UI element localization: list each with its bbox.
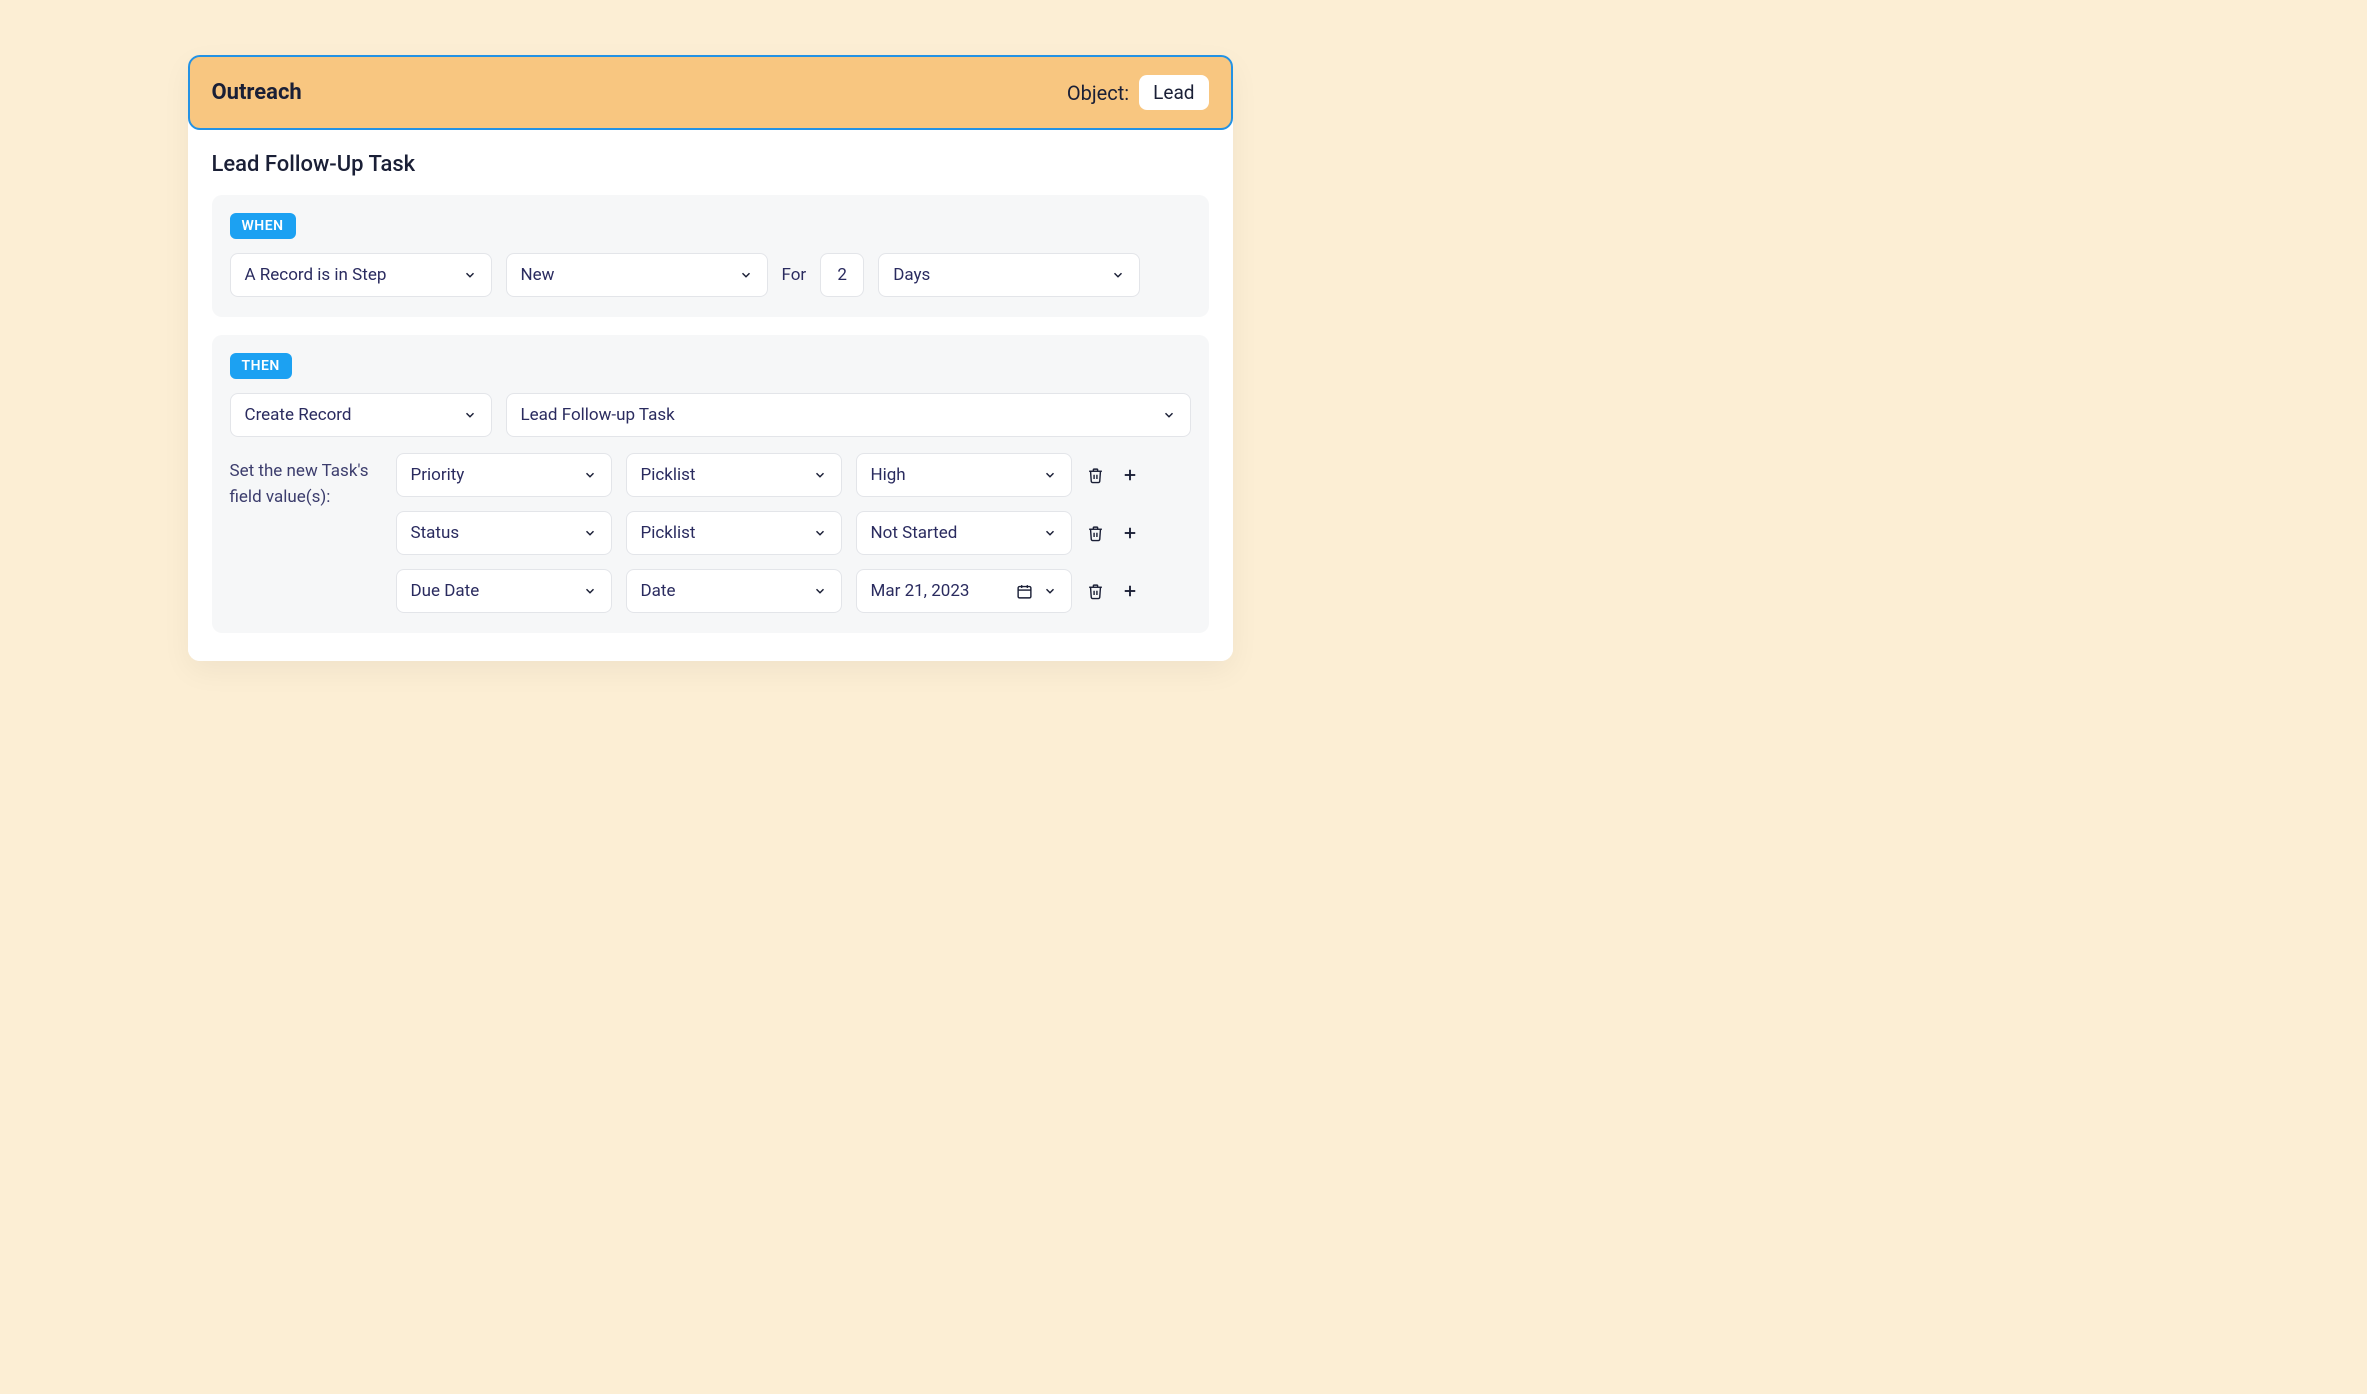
chevron-down-icon bbox=[813, 584, 827, 598]
calendar-icon bbox=[1016, 583, 1033, 600]
object-label: Object: bbox=[1067, 81, 1129, 105]
plus-icon bbox=[1121, 524, 1139, 542]
header-title: Outreach bbox=[212, 80, 302, 105]
field-name-select[interactable]: Due Date bbox=[396, 569, 612, 613]
field-name-label: Status bbox=[411, 523, 573, 543]
workflow-card: Outreach Object: Lead Lead Follow-Up Tas… bbox=[188, 55, 1233, 661]
card-body: Lead Follow-Up Task WHEN A Record is in … bbox=[188, 130, 1233, 661]
chevron-down-icon bbox=[583, 468, 597, 482]
delete-row-button[interactable] bbox=[1086, 581, 1106, 601]
then-block: THEN Create Record Lead Follow-up Task S… bbox=[212, 335, 1209, 633]
unit-select-label: Days bbox=[893, 265, 1101, 285]
field-type-label: Picklist bbox=[641, 465, 803, 485]
then-top-row: Create Record Lead Follow-up Task bbox=[230, 393, 1191, 437]
field-name-select[interactable]: Status bbox=[396, 511, 612, 555]
chevron-down-icon bbox=[583, 526, 597, 540]
chevron-down-icon bbox=[463, 408, 477, 422]
field-row: Due Date Date Mar 21, 2023 bbox=[396, 569, 1191, 613]
step-select[interactable]: New bbox=[506, 253, 768, 297]
field-name-label: Priority bbox=[411, 465, 573, 485]
field-name-label: Due Date bbox=[411, 581, 573, 601]
record-type-select[interactable]: Lead Follow-up Task bbox=[506, 393, 1191, 437]
field-value-select[interactable]: Not Started bbox=[856, 511, 1072, 555]
field-row: Status Picklist Not Started bbox=[396, 511, 1191, 555]
card-header: Outreach Object: Lead bbox=[188, 55, 1233, 130]
chevron-down-icon bbox=[1043, 584, 1057, 598]
record-type-select-label: Lead Follow-up Task bbox=[521, 405, 1152, 425]
trash-icon bbox=[1087, 583, 1104, 600]
chevron-down-icon bbox=[1111, 268, 1125, 282]
trigger-select[interactable]: A Record is in Step bbox=[230, 253, 492, 297]
plus-icon bbox=[1121, 466, 1139, 484]
field-type-select[interactable]: Date bbox=[626, 569, 842, 613]
field-rows: Priority Picklist High bbox=[396, 453, 1191, 613]
delete-row-button[interactable] bbox=[1086, 465, 1106, 485]
field-type-select[interactable]: Picklist bbox=[626, 511, 842, 555]
add-row-button[interactable] bbox=[1120, 465, 1140, 485]
plus-icon bbox=[1121, 582, 1139, 600]
field-grid: Set the new Task's field value(s): Prior… bbox=[230, 453, 1191, 613]
field-type-select[interactable]: Picklist bbox=[626, 453, 842, 497]
delete-row-button[interactable] bbox=[1086, 523, 1106, 543]
for-value-input[interactable]: 2 bbox=[820, 253, 864, 297]
add-row-button[interactable] bbox=[1120, 523, 1140, 543]
chevron-down-icon bbox=[583, 584, 597, 598]
when-row: A Record is in Step New For 2 Days bbox=[230, 253, 1191, 297]
header-object-group: Object: Lead bbox=[1067, 75, 1209, 110]
fields-label: Set the new Task's field value(s): bbox=[230, 453, 382, 613]
field-name-select[interactable]: Priority bbox=[396, 453, 612, 497]
unit-select[interactable]: Days bbox=[878, 253, 1140, 297]
trash-icon bbox=[1087, 525, 1104, 542]
when-tag: WHEN bbox=[230, 213, 296, 239]
field-row: Priority Picklist High bbox=[396, 453, 1191, 497]
trash-icon bbox=[1087, 467, 1104, 484]
field-value-select[interactable]: High bbox=[856, 453, 1072, 497]
for-label: For bbox=[782, 265, 807, 285]
chevron-down-icon bbox=[1162, 408, 1176, 422]
field-type-label: Date bbox=[641, 581, 803, 601]
field-value-label: Not Started bbox=[871, 523, 1033, 543]
field-type-label: Picklist bbox=[641, 523, 803, 543]
action-select[interactable]: Create Record bbox=[230, 393, 492, 437]
chevron-down-icon bbox=[463, 268, 477, 282]
chevron-down-icon bbox=[1043, 526, 1057, 540]
section-title: Lead Follow-Up Task bbox=[212, 152, 1209, 177]
chevron-down-icon bbox=[813, 526, 827, 540]
trigger-select-label: A Record is in Step bbox=[245, 265, 453, 285]
add-row-button[interactable] bbox=[1120, 581, 1140, 601]
chevron-down-icon bbox=[1043, 468, 1057, 482]
action-select-label: Create Record bbox=[245, 405, 453, 425]
when-block: WHEN A Record is in Step New For 2 Days bbox=[212, 195, 1209, 317]
field-value-date-select[interactable]: Mar 21, 2023 bbox=[856, 569, 1072, 613]
field-value-label: High bbox=[871, 465, 1033, 485]
step-select-label: New bbox=[521, 265, 729, 285]
chevron-down-icon bbox=[813, 468, 827, 482]
then-tag: THEN bbox=[230, 353, 292, 379]
object-value-pill[interactable]: Lead bbox=[1139, 75, 1208, 110]
chevron-down-icon bbox=[739, 268, 753, 282]
field-value-label: Mar 21, 2023 bbox=[871, 581, 1002, 601]
